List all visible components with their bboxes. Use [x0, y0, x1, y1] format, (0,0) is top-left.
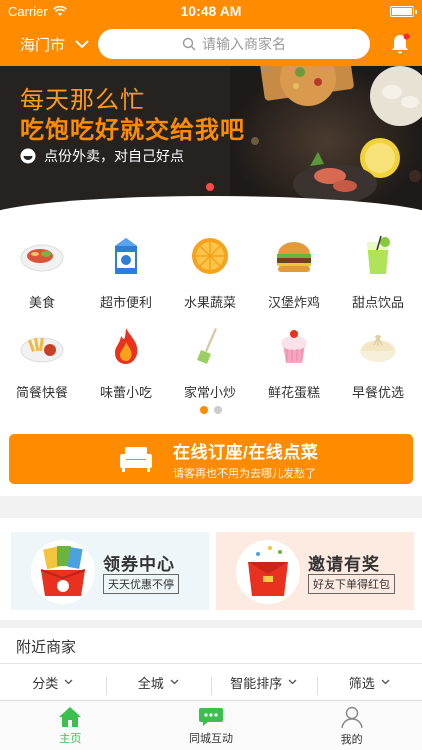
tab-label: 同城互动 — [189, 732, 233, 745]
dish-icon — [20, 234, 64, 278]
pager-dot[interactable] — [214, 406, 222, 414]
banner-subtitle: 吃饱吃好就交给我吧 — [20, 117, 245, 144]
filter-screen[interactable]: 筛选 — [316, 673, 422, 695]
category-item[interactable]: 鲜花蛋糕 — [252, 324, 336, 401]
coupon-center-card[interactable]: 领券中心 天天优惠不停 — [11, 532, 209, 610]
coupon-center-tag: 天天优惠不停 — [103, 574, 179, 594]
orange-icon — [188, 234, 232, 278]
nearby-merchants-header: 附近商家 — [0, 628, 422, 664]
search-icon — [182, 37, 196, 51]
category-pager — [200, 406, 222, 414]
invite-reward-title: 邀请有奖 — [308, 555, 380, 574]
category-label: 超市便利 — [99, 295, 152, 310]
category-item[interactable]: 家常小炒 — [168, 324, 252, 401]
notification-bell-icon[interactable] — [388, 32, 412, 56]
status-bar: Carrier 10:48 AM — [0, 0, 422, 22]
bun-icon — [356, 324, 400, 368]
fastfood-icon — [20, 324, 64, 368]
tab-bar: 主页 同城互动 我的 — [0, 700, 422, 750]
city-selector[interactable]: 海门市 — [20, 34, 98, 55]
category-label: 水果蔬菜 — [183, 295, 236, 310]
pager-dot-active[interactable] — [200, 406, 208, 414]
filter-label: 智能排序 — [230, 675, 283, 691]
flame-icon — [104, 324, 148, 368]
filter-sort[interactable]: 智能排序 — [211, 673, 317, 695]
spatula-icon — [188, 324, 232, 368]
battery-icon — [390, 5, 417, 17]
top-bar: Carrier 10:48 AM 海门市 请输入商家名 — [0, 0, 422, 66]
category-item[interactable]: 简餐快餐 — [0, 324, 84, 401]
category-item[interactable]: 美食 — [0, 234, 84, 311]
invite-reward-tag: 好友下单得红包 — [308, 574, 395, 594]
filter-label: 全城 — [137, 675, 164, 691]
bowl-icon — [20, 148, 36, 164]
milk-carton-icon — [104, 234, 148, 278]
chat-bubble-icon — [199, 707, 223, 726]
filter-area[interactable]: 全城 — [105, 673, 212, 695]
search-input[interactable]: 请输入商家名 — [98, 29, 370, 59]
city-label: 海门市 — [20, 36, 66, 54]
category-label: 早餐优选 — [351, 385, 404, 400]
promo-section: 领券中心 天天优惠不停 邀请有奖 好友下单得红包 — [0, 518, 422, 620]
burger-icon — [272, 234, 316, 278]
filter-label: 筛选 — [348, 675, 375, 691]
category-label: 味蕾小吃 — [99, 385, 152, 400]
category-label: 鲜花蛋糕 — [267, 385, 320, 400]
tab-label: 主页 — [59, 732, 82, 745]
cake-icon — [272, 324, 316, 368]
user-icon — [340, 706, 363, 728]
filter-bar: 分类 全城 智能排序 筛选 — [0, 664, 422, 700]
banner-tagline: 点份外卖，对自己好点 — [20, 146, 184, 166]
home-icon — [59, 706, 82, 727]
category-label: 简餐快餐 — [15, 385, 68, 400]
coupon-illustration — [31, 540, 95, 604]
category-item[interactable]: 水果蔬菜 — [168, 234, 252, 311]
filter-category[interactable]: 分类 — [0, 673, 106, 692]
category-item[interactable]: 甜点饮品 — [336, 234, 420, 311]
status-time: 10:48 AM — [180, 3, 242, 19]
search-placeholder: 请输入商家名 — [202, 36, 286, 52]
nearby-title: 附近商家 — [16, 639, 77, 656]
tab-label: 我的 — [340, 733, 363, 746]
category-label: 美食 — [28, 295, 55, 310]
chevron-down-icon — [381, 679, 390, 685]
tab-profile[interactable]: 我的 — [281, 701, 422, 750]
banner-page-dot — [206, 183, 214, 191]
sofa-icon — [120, 447, 152, 472]
category-item[interactable]: 汉堡炸鸡 — [252, 234, 336, 311]
tab-community[interactable]: 同城互动 — [141, 701, 282, 750]
category-item[interactable]: 味蕾小吃 — [84, 324, 168, 401]
invite-reward-card[interactable]: 邀请有奖 好友下单得红包 — [216, 532, 414, 610]
coupon-center-title: 领券中心 — [103, 555, 175, 574]
tab-home[interactable]: 主页 — [0, 701, 141, 750]
banner-tagline-text: 点份外卖，对自己好点 — [44, 148, 184, 164]
category-label: 甜点饮品 — [351, 295, 404, 310]
online-order-subtitle: 请客再也不用为去哪儿发愁了 — [173, 467, 316, 480]
online-order-button[interactable]: 在线订座/在线点菜 请客再也不用为去哪儿发愁了 — [9, 434, 413, 484]
header: 海门市 请输入商家名 — [0, 22, 422, 66]
category-item[interactable]: 超市便利 — [84, 234, 168, 311]
chevron-down-icon — [75, 39, 89, 48]
category-item[interactable]: 早餐优选 — [336, 324, 420, 401]
online-order-title: 在线订座/在线点菜 — [173, 442, 319, 462]
category-grid: 美食 超市便利 水果蔬菜 汉堡炸鸡 甜点饮品 简餐快餐 味蕾小吃 家常小炒 鲜花… — [0, 218, 422, 496]
filter-label: 分类 — [32, 675, 59, 691]
category-label: 汉堡炸鸡 — [267, 295, 320, 310]
chevron-down-icon — [64, 679, 73, 685]
chevron-down-icon — [288, 679, 297, 685]
chevron-down-icon — [170, 679, 179, 685]
invite-illustration — [236, 540, 300, 604]
category-label: 家常小炒 — [183, 385, 236, 400]
drink-icon — [356, 234, 400, 278]
